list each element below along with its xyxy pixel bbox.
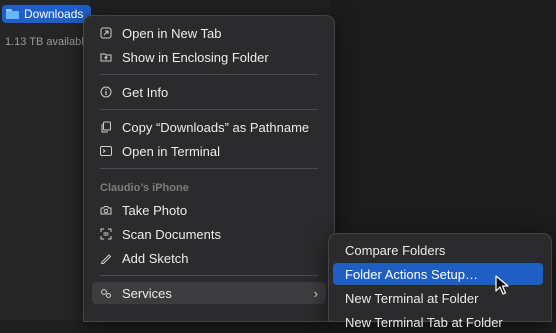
device-section-header: Claudio’s iPhone (100, 182, 189, 194)
copy-icon (100, 121, 112, 133)
menu-item-label: Scan Documents (122, 226, 221, 242)
menu-item-add-sketch[interactable]: Add Sketch (92, 247, 326, 269)
menu-item-label: Show in Enclosing Folder (122, 49, 269, 65)
menu-item-open-in-terminal[interactable]: Open in Terminal (92, 140, 326, 162)
context-menu: Open in New Tab Show in Enclosing Folder… (83, 15, 335, 322)
menu-item-copy-pathname[interactable]: Copy “Downloads” as Pathname (92, 116, 326, 138)
new-tab-icon (100, 27, 112, 39)
info-icon (100, 86, 112, 98)
menu-item-open-in-new-tab[interactable]: Open in New Tab (92, 22, 326, 44)
menu-item-label: Add Sketch (122, 250, 189, 266)
submenu-item-new-terminal-at-folder[interactable]: New Terminal at Folder (333, 287, 543, 309)
submenu-item-compare-folders[interactable]: Compare Folders (333, 239, 543, 261)
menu-item-scan-documents[interactable]: Scan Documents (92, 223, 326, 245)
available-space-status: 1.13 TB available (5, 36, 90, 48)
path-bar-label: Downloads (24, 7, 84, 21)
menu-separator (100, 275, 318, 276)
scan-icon (100, 228, 112, 240)
menu-item-label: Get Info (122, 84, 169, 100)
menu-item-services[interactable]: Services › (92, 282, 326, 304)
menu-item-get-info[interactable]: Get Info (92, 81, 326, 103)
enclosing-folder-icon (100, 51, 112, 63)
menu-separator (100, 168, 318, 169)
menu-item-take-photo[interactable]: Take Photo (92, 199, 326, 221)
services-submenu: Compare Folders Folder Actions Setup… Ne… (328, 233, 552, 330)
menu-item-label: Open in New Tab (122, 25, 222, 41)
services-icon (100, 287, 112, 299)
mouse-pointer-icon (495, 275, 509, 295)
menu-item-label: Take Photo (122, 202, 188, 218)
terminal-icon (100, 145, 112, 157)
folder-icon (6, 9, 19, 19)
menu-item-show-in-enclosing-folder[interactable]: Show in Enclosing Folder (92, 46, 326, 68)
menu-item-label: Open in Terminal (122, 143, 221, 159)
submenu-item-new-terminal-tab-at-folder[interactable]: New Terminal Tab at Folder (333, 311, 543, 333)
camera-icon (100, 204, 112, 216)
sketch-icon (100, 252, 112, 264)
finder-sidebar-strip (0, 0, 90, 320)
submenu-item-folder-actions-setup[interactable]: Folder Actions Setup… (333, 263, 543, 285)
menu-separator (100, 109, 318, 110)
chevron-right-icon: › (313, 285, 318, 301)
menu-item-label: Copy “Downloads” as Pathname (122, 119, 310, 135)
menu-item-label: Services (122, 285, 172, 301)
menu-separator (100, 74, 318, 75)
path-bar-downloads[interactable]: Downloads (2, 5, 92, 23)
